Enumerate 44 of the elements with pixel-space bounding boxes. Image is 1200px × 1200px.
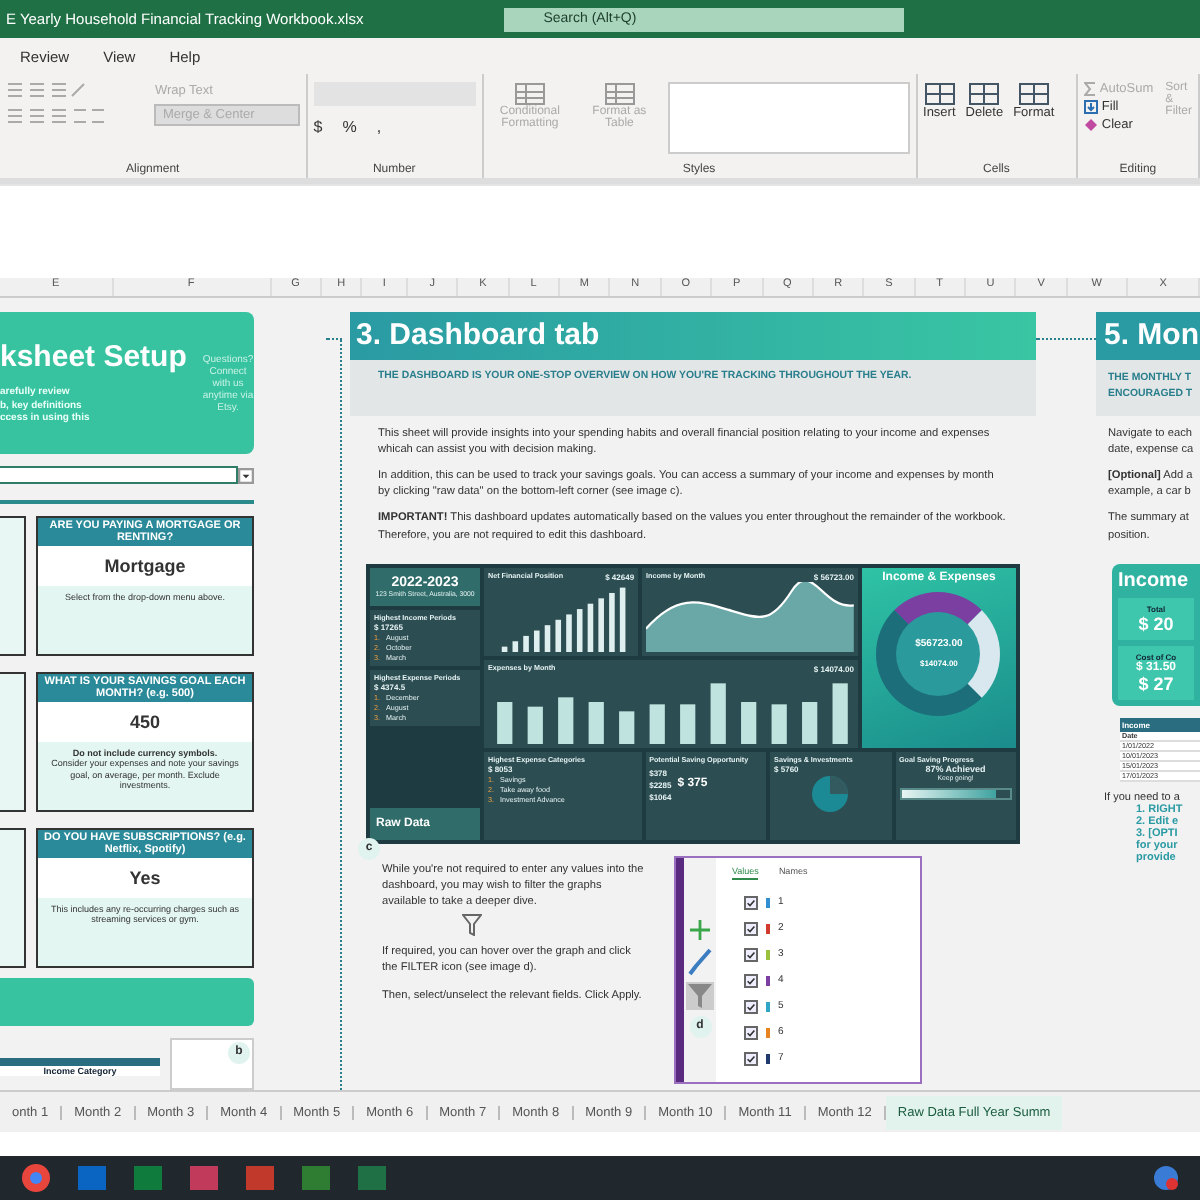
app-icon[interactable] bbox=[300, 1162, 332, 1194]
checkbox[interactable] bbox=[744, 1025, 758, 1040]
alignment-icon[interactable] bbox=[6, 82, 86, 98]
help-icon[interactable] bbox=[1152, 1164, 1180, 1192]
alignment-icon[interactable] bbox=[6, 107, 106, 123]
percent-button[interactable]: % bbox=[342, 118, 357, 136]
app-icon[interactable] bbox=[76, 1162, 108, 1194]
comma-button[interactable]: , bbox=[376, 118, 382, 136]
grid-icon bbox=[513, 82, 546, 106]
answer-field[interactable]: Mortgage bbox=[38, 546, 252, 586]
total-value: $ 20 bbox=[1138, 613, 1174, 634]
fill-down-icon bbox=[1083, 100, 1098, 114]
app-icon[interactable] bbox=[20, 1162, 52, 1194]
plus-icon[interactable] bbox=[688, 917, 712, 942]
pie-chart-drawing bbox=[810, 773, 851, 814]
cells-icon bbox=[1017, 82, 1050, 106]
answer-field[interactable]: Yes bbox=[38, 858, 252, 898]
card-title: Income bbox=[1118, 569, 1191, 592]
filter-icon bbox=[462, 913, 482, 936]
eraser-icon bbox=[1083, 118, 1098, 132]
brush-icon[interactable] bbox=[686, 947, 714, 976]
app-icon[interactable] bbox=[188, 1162, 220, 1194]
dropdown-field[interactable] bbox=[0, 466, 238, 484]
checkbox[interactable] bbox=[744, 947, 758, 962]
app-icon[interactable] bbox=[132, 1162, 164, 1194]
section-header: 3. Dashboard tab bbox=[350, 312, 1036, 360]
sum-icon bbox=[1083, 82, 1096, 96]
checkbox[interactable] bbox=[744, 973, 758, 988]
currency-button[interactable]: $ bbox=[313, 118, 323, 136]
app-icon[interactable] bbox=[244, 1162, 276, 1194]
cells-icon bbox=[923, 82, 956, 106]
cells-icon bbox=[968, 82, 1001, 106]
section-title: ksheet Setup bbox=[0, 340, 187, 375]
table-icon bbox=[603, 82, 636, 106]
checkbox[interactable] bbox=[744, 999, 758, 1014]
app-icon[interactable] bbox=[356, 1162, 388, 1194]
dropdown-button[interactable] bbox=[238, 467, 254, 483]
checkbox[interactable] bbox=[744, 895, 758, 910]
filter-icon[interactable] bbox=[686, 981, 714, 1010]
checkbox[interactable] bbox=[744, 921, 758, 936]
savings-value: $ 27 bbox=[1138, 673, 1174, 694]
section-header: 5. Mon bbox=[1096, 312, 1200, 360]
answer-field[interactable]: 450 bbox=[38, 702, 252, 742]
checkbox[interactable] bbox=[744, 1051, 758, 1066]
